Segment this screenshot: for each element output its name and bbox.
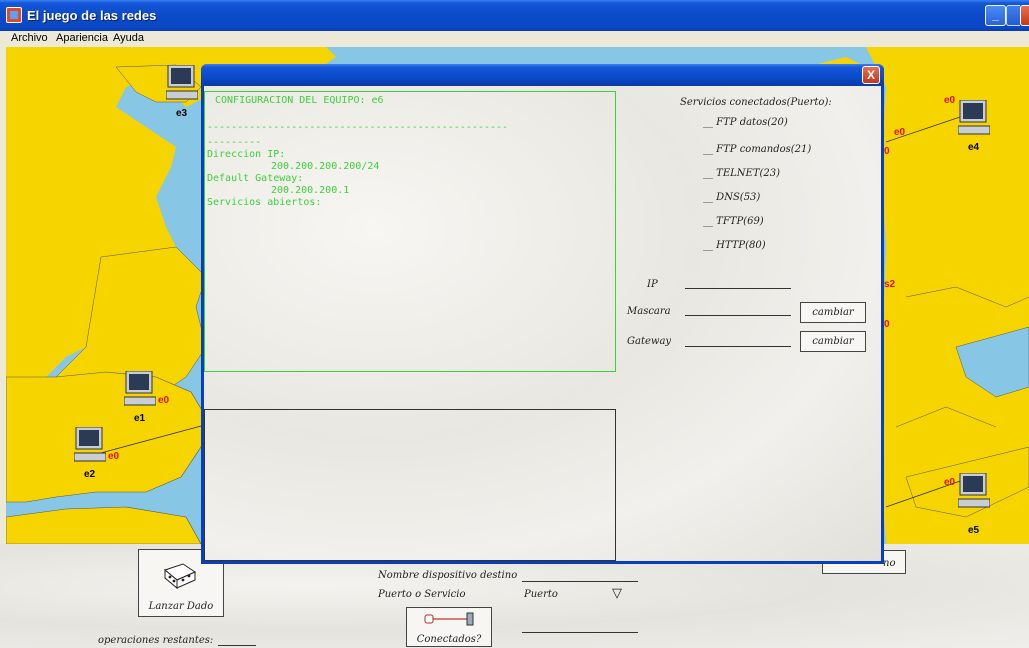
- operations-remaining-label: operaciones restantes:: [98, 635, 214, 646]
- mask-field-input[interactable]: [685, 315, 791, 316]
- config-dialog: X CONFIGURACION DEL EQUIPO: e6 ---------…: [201, 64, 884, 564]
- computer-icon: [166, 65, 198, 100]
- device-interface: e0: [944, 95, 956, 106]
- service-http[interactable]: __ HTTP(80): [703, 240, 766, 251]
- app-icon: [6, 7, 22, 23]
- menu-archivo[interactable]: Archivo: [11, 32, 48, 44]
- dialog-close-button[interactable]: X: [862, 66, 880, 84]
- minimize-button[interactable]: _: [985, 5, 1006, 26]
- menu-ayuda[interactable]: Ayuda: [113, 32, 144, 44]
- switch-interface-label: e0: [894, 127, 906, 138]
- ip-field-label: IP: [647, 279, 658, 290]
- menu-bar: Archivo Apariencia Ayuda: [0, 31, 1029, 47]
- device-interface: e0: [158, 395, 170, 406]
- roll-dice-label: Lanzar Dado: [148, 601, 214, 612]
- config-text-panel: CONFIGURACION DEL EQUIPO: e6 -----------…: [204, 91, 616, 372]
- switch-interface-label: 0: [884, 146, 890, 157]
- menu-apariencia[interactable]: Apariencia: [56, 32, 108, 44]
- service-tftp[interactable]: __ TFTP(69): [703, 216, 764, 227]
- switch-interface-label: 0: [884, 319, 890, 330]
- port-service-select[interactable]: Puerto ▽: [522, 586, 638, 603]
- port-service-label: Puerto o Servicio: [378, 589, 466, 600]
- computer-icon: [958, 473, 990, 508]
- mask-field-label: Mascara: [627, 306, 671, 317]
- switch-interface-label: s2: [884, 279, 896, 290]
- dice-icon: [163, 563, 197, 590]
- port-service-value: Puerto: [524, 589, 558, 600]
- log-panel: [204, 409, 616, 561]
- destination-device-input[interactable]: [522, 581, 638, 582]
- device-name: e4: [968, 142, 980, 153]
- partially-hidden-label: no: [883, 558, 896, 569]
- default-gateway-label: Default Gateway:: [207, 173, 304, 184]
- config-separator-short: ---------: [207, 137, 262, 148]
- computer-icon: [74, 427, 106, 462]
- connected-label: Conectados?: [416, 634, 482, 645]
- ip-address-label: Direccion IP:: [207, 149, 286, 160]
- computer-icon: [124, 371, 156, 406]
- destination-device-label: Nombre dispositivo destino: [378, 570, 518, 581]
- device-name: e2: [84, 469, 96, 480]
- change-gateway-button[interactable]: cambiar: [800, 331, 866, 352]
- device-name: e3: [176, 108, 188, 119]
- ip-address-value: 200.200.200.200/24: [271, 161, 380, 172]
- computer-icon: [958, 100, 990, 135]
- ip-field-input[interactable]: [685, 288, 791, 289]
- open-services-label: Servicios abiertos:: [207, 197, 322, 208]
- device-interface: e0: [944, 477, 956, 488]
- config-header: CONFIGURACION DEL EQUIPO: e6: [215, 95, 384, 106]
- dialog-titlebar: [201, 64, 884, 86]
- device-interface: e0: [108, 451, 120, 462]
- change-mask-button[interactable]: cambiar: [800, 302, 866, 323]
- window-title: El juego de las redes: [27, 8, 157, 23]
- service-dns[interactable]: __ DNS(53): [703, 192, 760, 203]
- gateway-field-label: Gateway: [627, 336, 672, 347]
- port-service-result: [522, 632, 638, 633]
- device-name: e5: [968, 525, 980, 536]
- chevron-down-icon[interactable]: ▽: [612, 586, 622, 601]
- service-telnet[interactable]: __ TELNET(23): [703, 168, 780, 179]
- gateway-field-input[interactable]: [685, 346, 791, 347]
- device-name: e1: [134, 413, 146, 424]
- connected-services-title: Servicios conectados(Puerto):: [680, 97, 832, 108]
- cable-icon: [424, 612, 474, 626]
- service-ftp-data[interactable]: __ FTP datos(20): [703, 117, 788, 128]
- dialog-body: CONFIGURACION DEL EQUIPO: e6 -----------…: [204, 86, 881, 561]
- service-ftp-commands[interactable]: __ FTP comandos(21): [703, 144, 811, 155]
- maximize-button[interactable]: [1006, 5, 1020, 26]
- close-button[interactable]: [1020, 5, 1029, 26]
- window-titlebar: El juego de las redes _: [0, 0, 1029, 31]
- default-gateway-value: 200.200.200.1: [271, 185, 350, 196]
- operations-remaining-value: [218, 645, 256, 646]
- connected-button[interactable]: Conectados?: [406, 607, 492, 647]
- config-separator: ----------------------------------------…: [207, 122, 509, 133]
